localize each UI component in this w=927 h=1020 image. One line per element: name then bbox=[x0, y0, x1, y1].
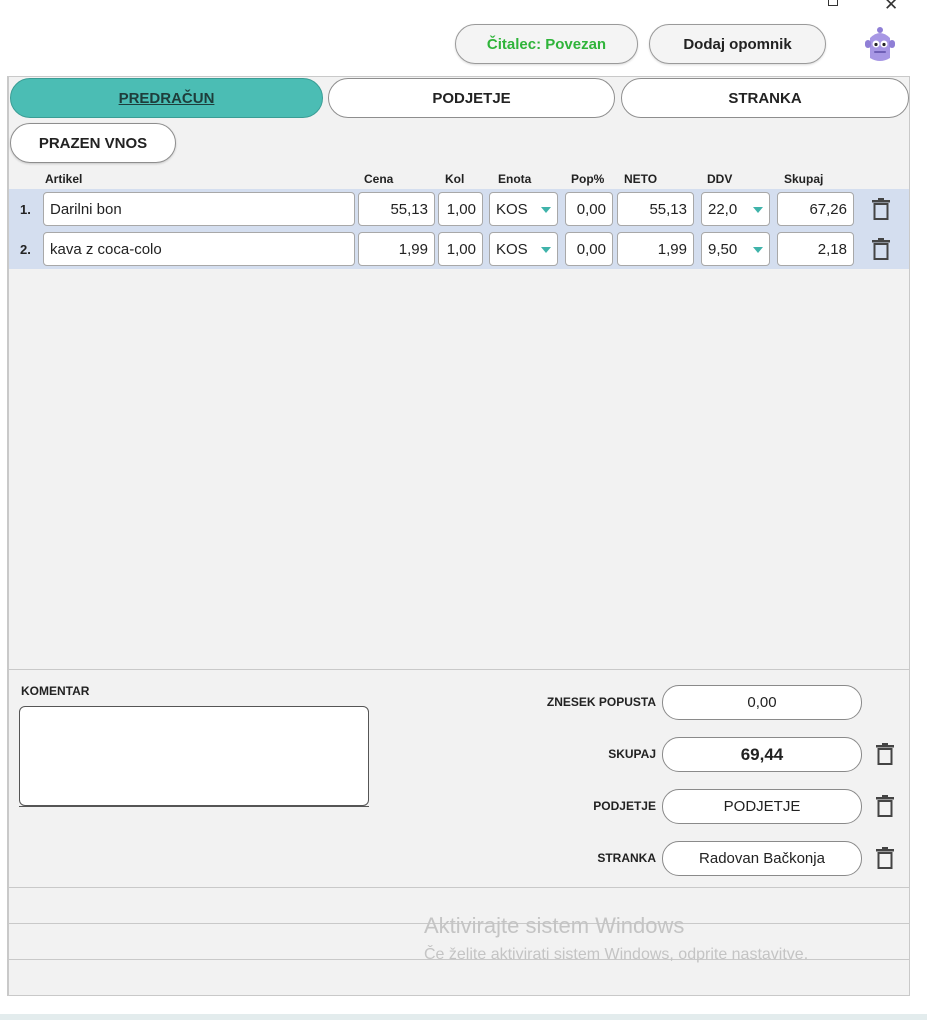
col-header-kol: Kol bbox=[445, 172, 465, 186]
company-label: PODJETJE bbox=[593, 799, 656, 813]
col-header-ddv: DDV bbox=[707, 172, 733, 186]
ddv-value: 22,0 bbox=[708, 200, 738, 218]
tab-predracun[interactable]: PREDRAČUN bbox=[10, 78, 323, 118]
enota-value: KOS bbox=[496, 200, 528, 218]
company-field[interactable]: PODJETJE bbox=[662, 789, 862, 824]
total-field[interactable]: 69,44 bbox=[662, 737, 862, 772]
cena-input[interactable]: 1,99 bbox=[358, 232, 435, 266]
summary-section: KOMENTAR ZNESEK POPUSTA 0,00 SKUPAJ 69,4… bbox=[9, 669, 909, 887]
chevron-down-icon bbox=[541, 207, 551, 213]
tab-podjetje[interactable]: PODJETJE bbox=[328, 78, 615, 118]
customer-field[interactable]: Radovan Bačkonja bbox=[662, 841, 862, 876]
col-header-artikel: Artikel bbox=[45, 172, 83, 186]
trash-icon[interactable] bbox=[872, 198, 890, 220]
ddv-select[interactable]: 9,50 bbox=[701, 232, 770, 266]
neto-input[interactable]: 1,99 bbox=[617, 232, 694, 266]
window-restore-icon[interactable] bbox=[828, 0, 838, 6]
chevron-down-icon bbox=[541, 247, 551, 253]
footer-strip bbox=[9, 959, 909, 995]
artikel-input[interactable]: Darilni bon bbox=[43, 192, 355, 226]
neto-input[interactable]: 55,13 bbox=[617, 192, 694, 226]
left-border-strip bbox=[0, 76, 8, 996]
window-close-icon[interactable]: ✕ bbox=[884, 0, 898, 13]
bottom-bar bbox=[0, 1014, 927, 1020]
enota-value: KOS bbox=[496, 240, 528, 258]
col-header-skupaj: Skupaj bbox=[784, 172, 824, 186]
enota-select[interactable]: KOS bbox=[489, 192, 558, 226]
pop-input[interactable]: 0,00 bbox=[565, 232, 613, 266]
table-row: 1. Darilni bon 55,13 1,00 KOS 0,00 55,13… bbox=[9, 189, 909, 229]
comment-label: KOMENTAR bbox=[21, 684, 90, 698]
add-reminder-button[interactable]: Dodaj opomnik bbox=[649, 24, 826, 64]
total-label: SKUPAJ bbox=[608, 747, 656, 761]
comment-textarea[interactable] bbox=[19, 706, 369, 806]
trash-icon[interactable] bbox=[876, 795, 894, 817]
skupaj-input[interactable]: 2,18 bbox=[777, 232, 854, 266]
enota-select[interactable]: KOS bbox=[489, 232, 558, 266]
empty-entry-button[interactable]: PRAZEN VNOS bbox=[10, 123, 176, 163]
chevron-down-icon bbox=[753, 207, 763, 213]
row-number: 1. bbox=[20, 202, 31, 217]
discount-label: ZNESEK POPUSTA bbox=[546, 695, 656, 709]
mascot-avatar-icon[interactable] bbox=[862, 24, 898, 64]
row-number: 2. bbox=[20, 242, 31, 257]
table-row: 2. kava z coca-colo 1,99 1,00 KOS 0,00 1… bbox=[9, 229, 909, 269]
activation-watermark-title: Aktivirajte sistem Windows bbox=[424, 913, 685, 938]
customer-label: STRANKA bbox=[597, 851, 656, 865]
trash-icon[interactable] bbox=[876, 847, 894, 869]
artikel-input[interactable]: kava z coca-colo bbox=[43, 232, 355, 266]
col-header-cena: Cena bbox=[364, 172, 394, 186]
skupaj-input[interactable]: 67,26 bbox=[777, 192, 854, 226]
col-header-pop: Pop% bbox=[571, 172, 605, 186]
pop-input[interactable]: 0,00 bbox=[565, 192, 613, 226]
discount-field[interactable]: 0,00 bbox=[662, 685, 862, 720]
col-header-neto: NETO bbox=[624, 172, 658, 186]
trash-icon[interactable] bbox=[876, 743, 894, 765]
kol-input[interactable]: 1,00 bbox=[438, 192, 483, 226]
reader-status-button[interactable]: Čitalec: Povezan bbox=[455, 24, 638, 64]
trash-icon[interactable] bbox=[872, 238, 890, 260]
main-panel: PREDRAČUN PODJETJE STRANKA PRAZEN VNOS A… bbox=[8, 76, 910, 996]
ddv-select[interactable]: 22,0 bbox=[701, 192, 770, 226]
chevron-down-icon bbox=[753, 247, 763, 253]
comment-underline bbox=[19, 806, 369, 807]
ddv-value: 9,50 bbox=[708, 240, 738, 258]
cena-input[interactable]: 55,13 bbox=[358, 192, 435, 226]
col-header-enota: Enota bbox=[498, 172, 532, 186]
activation-watermark-subtitle: Če želite aktivirati sistem Windows, odp… bbox=[424, 946, 809, 963]
tab-stranka[interactable]: STRANKA bbox=[621, 78, 909, 118]
kol-input[interactable]: 1,00 bbox=[438, 232, 483, 266]
